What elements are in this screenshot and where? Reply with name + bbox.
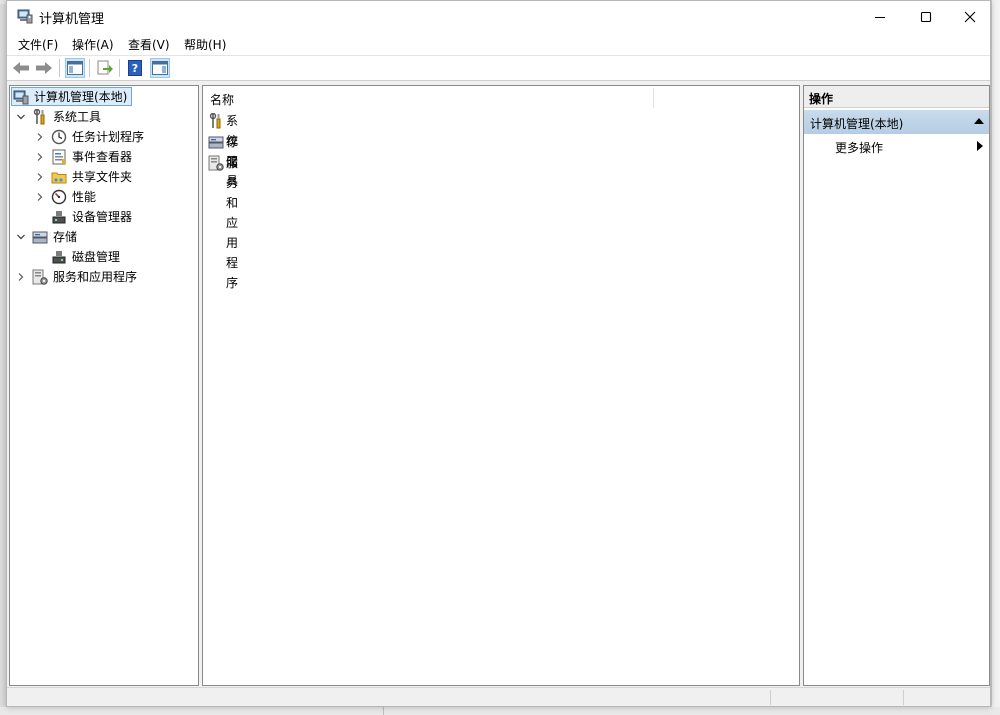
forward-arrow-icon [36, 62, 52, 74]
tree-item-disk-management[interactable]: 磁盘管理 [12, 247, 192, 267]
menu-help[interactable]: 帮助(H) [184, 36, 226, 53]
status-bar [7, 687, 990, 706]
window-title: 计算机管理 [39, 12, 105, 27]
column-divider[interactable] [653, 88, 654, 108]
tree-item-device-manager[interactable]: 设备管理器 [12, 207, 192, 227]
computer-management-icon [13, 90, 29, 105]
maximize-icon [920, 11, 932, 22]
tree-item-label: 计算机管理(本地) [34, 90, 128, 104]
actions-header: 操作 [804, 86, 989, 108]
performance-icon [51, 189, 67, 205]
console-tree-panel: 计算机管理(本地) 系统工具 任务计划程序 事件查看器 共享文件夹 性能 设备管… [9, 85, 199, 686]
device-manager-icon [52, 211, 66, 224]
menu-bar: 文件(F) 操作(A) 查看(V) 帮助(H) [7, 32, 990, 56]
export-list-icon [97, 60, 113, 75]
close-icon [964, 11, 976, 22]
menu-view[interactable]: 查看(V) [128, 36, 170, 53]
actions-header-label: 操作 [809, 92, 834, 106]
show-hide-action-pane-button[interactable] [150, 58, 170, 78]
tree-item-root[interactable]: 计算机管理(本地) [12, 87, 192, 107]
back-button[interactable] [11, 58, 31, 78]
services-apps-icon [32, 269, 48, 285]
show-hide-console-tree-button[interactable] [65, 58, 85, 78]
export-list-button[interactable] [95, 58, 115, 78]
show-hide-action-pane-icon [152, 61, 168, 75]
actions-section-label: 计算机管理(本地) [810, 117, 904, 131]
chevron-right-icon[interactable] [34, 187, 46, 207]
tree-item-shared-folders[interactable]: 共享文件夹 [12, 167, 192, 187]
tree-item-task-scheduler[interactable]: 任务计划程序 [12, 127, 192, 147]
tree-item-label: 磁盘管理 [72, 250, 121, 264]
minimize-icon [875, 16, 885, 18]
tree-item-storage[interactable]: 存储 [12, 227, 192, 247]
tree-item-label: 共享文件夹 [72, 170, 133, 184]
tree-item-label: 事件查看器 [72, 150, 133, 164]
chevron-right-icon[interactable] [34, 147, 46, 167]
system-tools-icon [209, 113, 221, 129]
column-name-header[interactable]: 名称 [210, 91, 234, 108]
submenu-arrow-icon [977, 141, 983, 151]
clock-icon [51, 129, 67, 145]
tree-item-system-tools[interactable]: 系统工具 [12, 107, 192, 127]
background-window-right [991, 0, 1000, 715]
list-column-header: 名称 [203, 86, 799, 110]
title-bar: 计算机管理 [7, 1, 990, 32]
chevron-right-icon[interactable] [15, 267, 27, 287]
shared-folder-icon [51, 172, 67, 184]
more-actions-label: 更多操作 [835, 141, 884, 155]
tree-item-label: 任务计划程序 [72, 130, 145, 144]
background-window-bottom [0, 707, 1000, 715]
menu-action[interactable]: 操作(A) [72, 36, 114, 53]
tree-item-services-apps[interactable]: 服务和应用程序 [12, 267, 192, 287]
chevron-down-icon[interactable] [15, 227, 27, 247]
chevron-right-icon[interactable] [34, 127, 46, 147]
disk-management-icon [52, 251, 66, 264]
chevron-right-icon[interactable] [34, 167, 46, 187]
computer-management-window: 计算机管理 文件(F) 操作(A) 查看(V) 帮助(H) ? 计算机管理(本地… [6, 0, 991, 707]
tree-item-label: 服务和应用程序 [53, 270, 138, 284]
actions-pane: 操作 计算机管理(本地) 更多操作 [803, 85, 990, 686]
tree-item-performance[interactable]: 性能 [12, 187, 192, 207]
tree-item-label: 存储 [53, 230, 78, 244]
chevron-down-icon[interactable] [15, 107, 27, 127]
collapse-up-icon[interactable] [974, 118, 984, 124]
minimize-button[interactable] [857, 1, 903, 32]
tree-item-label: 设备管理器 [72, 210, 133, 224]
storage-icon [208, 136, 224, 149]
show-hide-console-tree-icon [67, 61, 83, 75]
maximize-button[interactable] [903, 1, 949, 32]
back-arrow-icon [13, 62, 29, 74]
help-button[interactable]: ? [125, 58, 145, 78]
actions-section-computer-management[interactable]: 计算机管理(本地) [804, 110, 989, 134]
services-apps-icon [208, 155, 224, 171]
list-item-label: 服务和应用程序 [226, 156, 239, 290]
help-icon: ? [128, 60, 142, 76]
storage-icon [32, 231, 48, 244]
toolbar: ? [7, 56, 990, 81]
tree-item-label: 系统工具 [53, 110, 102, 124]
results-pane: 名称 系统工具 存储 服务和应用程序 [202, 85, 800, 686]
menu-file[interactable]: 文件(F) [18, 36, 58, 53]
system-tools-icon [33, 109, 45, 125]
computer-management-icon [17, 9, 33, 24]
event-viewer-icon [52, 149, 66, 165]
close-button[interactable] [947, 1, 993, 32]
forward-button[interactable] [34, 58, 54, 78]
tree-item-event-viewer[interactable]: 事件查看器 [12, 147, 192, 167]
svg-text:?: ? [132, 62, 138, 75]
tree-item-label: 性能 [72, 190, 97, 204]
more-actions-item[interactable]: 更多操作 [804, 136, 989, 156]
